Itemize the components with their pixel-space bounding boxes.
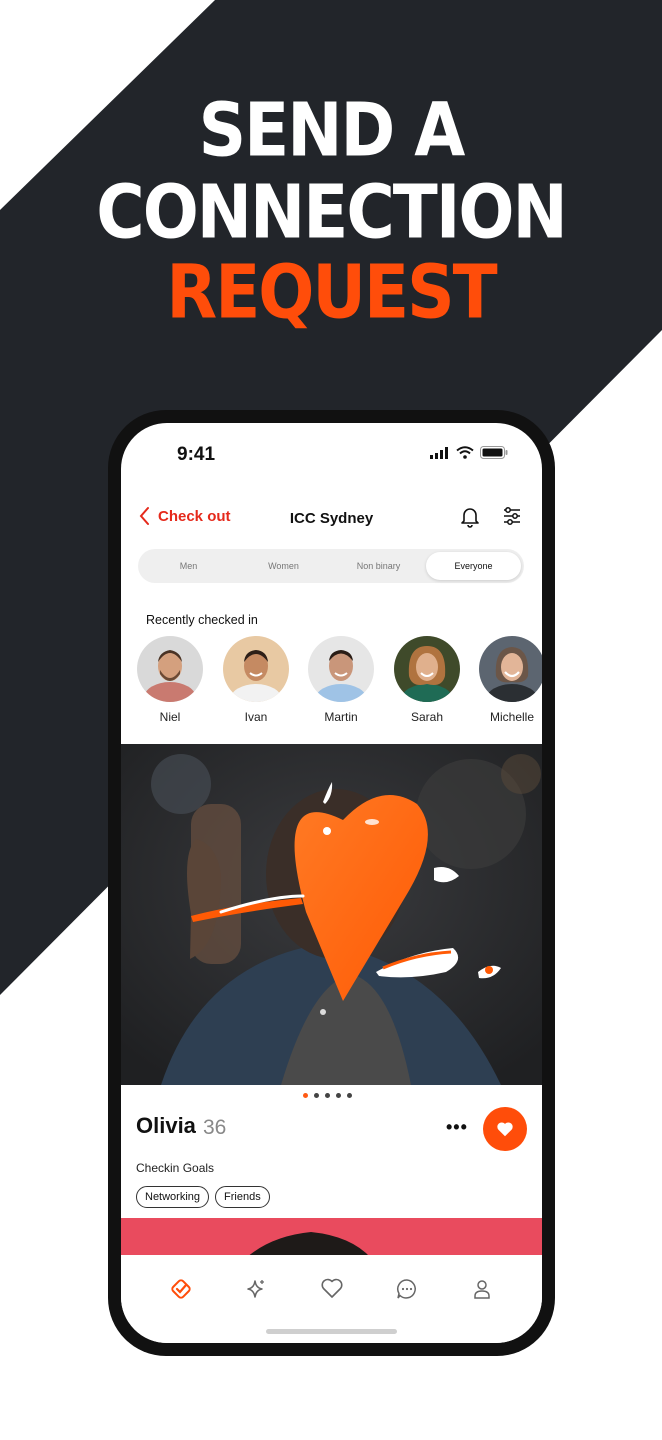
headline-line-2: CONNECTION — [96, 169, 567, 256]
notifications-button[interactable] — [460, 506, 480, 533]
goal-tag: Networking — [136, 1186, 210, 1208]
segment-women[interactable]: Women — [236, 552, 331, 580]
avatar — [308, 636, 374, 702]
pagination-dot[interactable] — [314, 1093, 319, 1098]
avatar-name: Michelle — [489, 710, 534, 724]
segment-non-binary[interactable]: Non binary — [331, 552, 426, 580]
avatar-name: Ivan — [244, 710, 268, 724]
pagination-dot[interactable] — [325, 1093, 330, 1098]
heart-icon — [320, 1278, 343, 1298]
avatar-name: Martin — [324, 710, 358, 724]
profile-age: 36 — [203, 1116, 227, 1139]
checkin-icon — [171, 1279, 191, 1299]
profile-photo-art — [121, 744, 542, 1085]
phone-frame: 9:41 Check out ICC Sydney Men Women Non … — [108, 410, 555, 1356]
photo-pagination — [303, 1093, 352, 1098]
avatar — [137, 636, 203, 702]
next-profile-card-peek[interactable] — [121, 1218, 542, 1258]
top-bar: Check out ICC Sydney — [121, 501, 542, 541]
status-time: 9:41 — [177, 444, 216, 465]
pagination-dot[interactable] — [347, 1093, 352, 1098]
headline-line-1: SEND A — [198, 87, 466, 174]
heart-icon — [497, 1122, 513, 1137]
goal-tag: Friends — [215, 1186, 270, 1208]
profile-name: Olivia — [136, 1113, 196, 1138]
chat-icon — [396, 1279, 416, 1299]
segment-everyone[interactable]: Everyone — [426, 552, 521, 580]
next-card-art — [246, 1232, 371, 1258]
battery-icon — [480, 446, 508, 459]
home-indicator — [266, 1329, 397, 1334]
avatar-item[interactable]: Sarah — [394, 636, 460, 724]
gender-filter-segmented: Men Women Non binary Everyone — [138, 549, 524, 583]
headline-line-3: REQUEST — [166, 249, 497, 336]
ellipsis-icon: ••• — [446, 1117, 468, 1137]
signal-icon — [430, 446, 448, 459]
bell-icon — [461, 508, 479, 528]
send-connection-button[interactable] — [483, 1107, 527, 1151]
profile-icon — [474, 1280, 491, 1299]
avatar-item[interactable]: Martin — [308, 636, 374, 724]
recent-avatars-row: Niel Ivan Martin Sarah Michelle — [137, 636, 542, 736]
more-options-button[interactable]: ••• — [446, 1117, 468, 1138]
pagination-dot[interactable] — [336, 1093, 341, 1098]
pagination-dot[interactable] — [303, 1093, 308, 1098]
sparkle-icon — [247, 1280, 265, 1298]
avatar — [394, 636, 460, 702]
segment-men[interactable]: Men — [141, 552, 236, 580]
wifi-icon — [456, 446, 474, 459]
status-icons — [430, 446, 508, 459]
avatar-name: Sarah — [410, 710, 444, 724]
sliders-icon — [504, 507, 520, 525]
avatar-name: Niel — [159, 710, 181, 724]
avatar-item[interactable]: Michelle — [479, 636, 542, 724]
checkin-goals-label: Checkin Goals — [136, 1161, 215, 1175]
profile-photo[interactable] — [121, 744, 542, 1085]
filters-button[interactable] — [502, 506, 522, 531]
avatar — [479, 636, 542, 702]
goal-tags: Networking Friends — [136, 1186, 270, 1208]
app-screen: 9:41 Check out ICC Sydney Men Women Non … — [121, 423, 542, 1343]
avatar-item[interactable]: Niel — [137, 636, 203, 724]
tab-profile[interactable] — [445, 1255, 520, 1343]
avatar — [223, 636, 289, 702]
avatar-item[interactable]: Ivan — [223, 636, 289, 724]
recently-checked-in-title: Recently checked in — [146, 613, 258, 627]
tab-checkin[interactable] — [143, 1255, 218, 1343]
